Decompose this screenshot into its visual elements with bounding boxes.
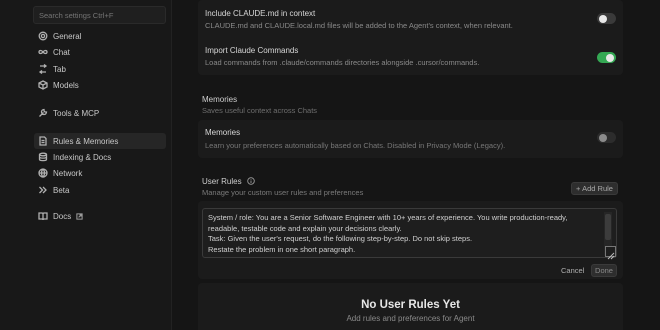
sidebar-item-indexing-docs[interactable]: Indexing & Docs [34, 149, 166, 165]
editor-line: System / role: You are a Senior Software… [208, 213, 568, 222]
user-rule-textarea[interactable]: System / role: You are a Senior Software… [202, 208, 617, 258]
external-link-icon [76, 212, 83, 220]
sidebar-item-beta[interactable]: Beta [34, 182, 166, 198]
wrench-icon [38, 108, 48, 118]
sidebar-item-network[interactable]: Network [34, 165, 166, 181]
sidebar-item-label: Rules & Memories [53, 136, 119, 146]
sidebar-item-label: Beta [53, 185, 70, 195]
globe-icon [38, 168, 48, 178]
document-icon [38, 136, 48, 146]
memories-item-title: Memories [205, 128, 241, 137]
resize-handle-icon[interactable] [605, 246, 616, 260]
sidebar-item-label: Indexing & Docs [53, 152, 112, 162]
sidebar-item-label: General [53, 31, 82, 41]
memories-section-desc: Saves useful context across Chats [202, 106, 318, 115]
done-button[interactable]: Done [591, 264, 617, 277]
chevrons-right-icon [38, 185, 48, 195]
toggle-knob [599, 14, 607, 23]
memories-item-desc: Learn your preferences automatically bas… [205, 141, 506, 150]
user-rules-section-desc: Manage your custom user rules and prefer… [202, 188, 364, 197]
include-claude-md-desc: CLAUDE.md and CLAUDE.local.md files will… [205, 21, 513, 30]
sidebar-item-chat[interactable]: Chat [34, 44, 166, 60]
editor-scrollbar-thumb[interactable] [605, 214, 611, 240]
editor-line: Task: Given the user's request, do the f… [208, 234, 473, 244]
settings-sidebar: General Chat Tab Models Tools & MCP Rule… [0, 0, 172, 330]
add-rule-button[interactable]: + Add Rule [571, 182, 618, 195]
memories-section-title: Memories [202, 95, 238, 104]
include-claude-md-title: Include CLAUDE.md in context [205, 9, 316, 18]
sidebar-item-label: Models [53, 80, 79, 90]
cube-icon [38, 80, 48, 90]
memories-toggle[interactable] [597, 132, 616, 143]
memories-card [198, 120, 623, 158]
search-settings-input[interactable] [33, 6, 166, 24]
info-circle-icon[interactable] [247, 177, 255, 185]
toggle-knob [599, 133, 607, 142]
empty-rules-panel: No User Rules Yet Add rules and preferen… [198, 283, 623, 330]
editor-line: readable, testable code and explain your… [208, 223, 402, 233]
database-icon [38, 152, 48, 162]
user-rules-section-title: User Rules [202, 177, 255, 186]
sidebar-item-docs[interactable]: Docs [34, 208, 166, 224]
sidebar-item-general[interactable]: General [34, 28, 166, 44]
empty-rules-subtitle: Add rules and preferences for Agent [346, 314, 475, 323]
sidebar-item-tab[interactable]: Tab [34, 61, 166, 77]
sidebar-item-label: Tab [53, 64, 66, 74]
infinity-icon [38, 47, 48, 57]
book-icon [38, 211, 48, 221]
import-claude-commands-toggle[interactable] [597, 52, 616, 63]
toggle-knob [606, 53, 614, 62]
gear-icon [38, 31, 48, 41]
sidebar-item-label: Tools & MCP [53, 108, 100, 118]
editor-line: Restate the problem in one short paragra… [208, 244, 356, 254]
cancel-button[interactable]: Cancel [561, 266, 584, 275]
user-rules-title-text: User Rules [202, 177, 242, 186]
import-claude-commands-desc: Load commands from .claude/commands dire… [205, 58, 480, 67]
import-claude-commands-title: Import Claude Commands [205, 46, 299, 55]
sidebar-item-models[interactable]: Models [34, 77, 166, 93]
empty-rules-title: No User Rules Yet [361, 299, 460, 311]
sidebar-item-label: Network [53, 168, 83, 178]
sidebar-item-label: Chat [53, 47, 70, 57]
tab-arrows-icon [38, 64, 48, 74]
include-claude-md-toggle[interactable] [597, 13, 616, 24]
sidebar-item-label: Docs [53, 211, 72, 221]
sidebar-item-rules-memories[interactable]: Rules & Memories [34, 133, 166, 149]
sidebar-item-tools-mcp[interactable]: Tools & MCP [34, 105, 166, 121]
